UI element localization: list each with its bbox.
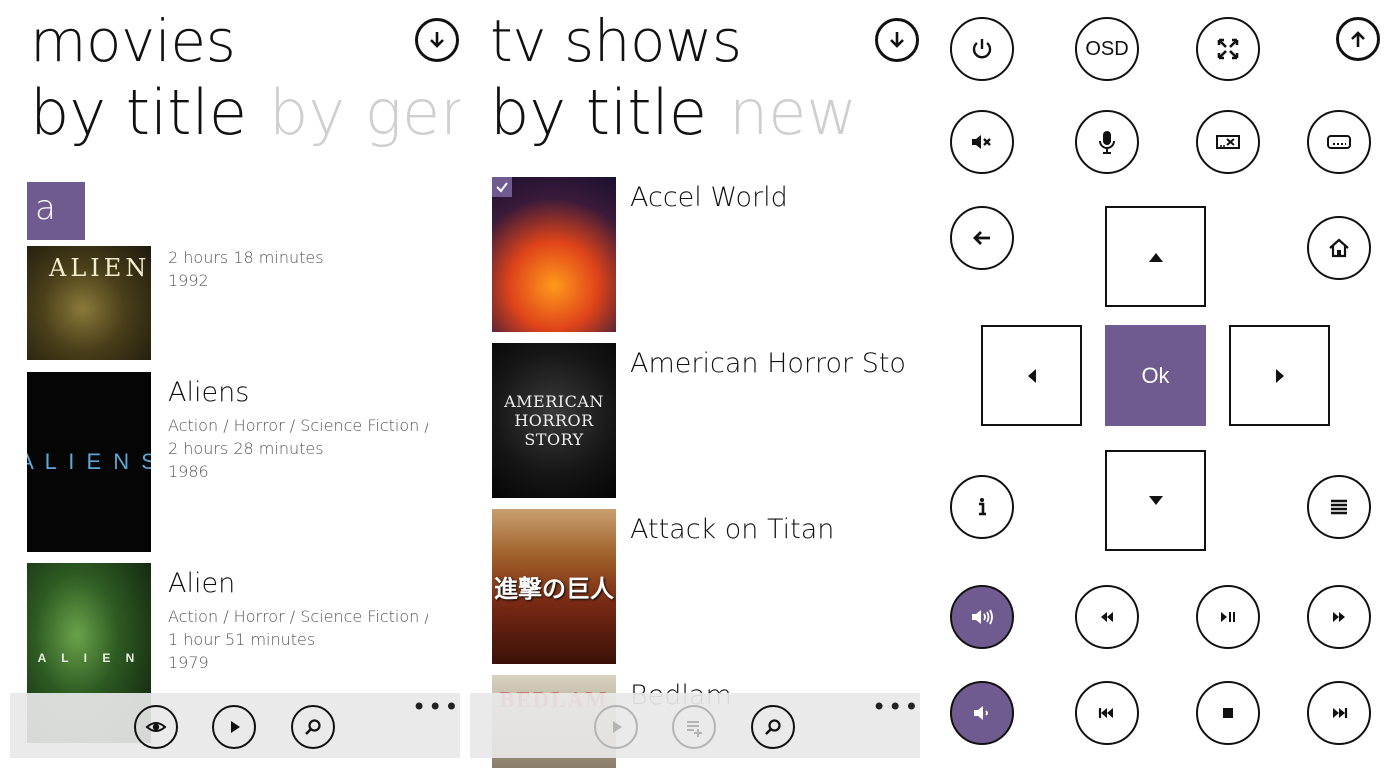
poster-american-horror-story[interactable]: AMERICAN HORROR STORY	[492, 343, 616, 498]
page-title: movies	[30, 7, 236, 75]
item-duration: 1 hour 51 minutes	[168, 630, 316, 649]
stop-icon	[1223, 708, 1233, 718]
volume-down-button[interactable]	[950, 681, 1014, 745]
mute-button[interactable]	[950, 110, 1014, 174]
info-icon	[979, 498, 986, 516]
volume-down-icon	[974, 706, 988, 720]
next-button[interactable]	[1307, 681, 1371, 745]
rewind-button[interactable]	[1075, 585, 1139, 649]
triangle-up-icon	[1148, 252, 1163, 262]
play-button[interactable]	[594, 705, 638, 749]
download-icon[interactable]	[875, 18, 919, 62]
menu-button[interactable]	[1307, 475, 1371, 539]
pivot-item-by-genre[interactable]: by genr	[269, 76, 460, 149]
ok-button[interactable]: Ok	[1105, 325, 1206, 426]
selected-check-icon	[492, 177, 512, 197]
item-year: 1979	[168, 653, 209, 672]
app-bar: •••	[470, 693, 920, 758]
download-icon[interactable]	[415, 18, 459, 62]
item-year: 1986	[168, 462, 209, 481]
item-title[interactable]: Alien	[168, 568, 235, 599]
tv-shows-panel: tv shows by title new Accel World AMERICA…	[470, 0, 920, 768]
playlist-add-icon	[687, 721, 702, 737]
list-icon	[1331, 499, 1347, 515]
item-title[interactable]: Aliens	[168, 377, 249, 408]
dpad-down-button[interactable]	[1105, 450, 1206, 551]
power-icon	[972, 39, 992, 59]
osd-button[interactable]: OSD	[1075, 17, 1139, 81]
keyboard-close-icon	[1216, 135, 1240, 149]
pivot-header: by title by genr	[30, 76, 460, 150]
pivot-item-by-title[interactable]: by title	[490, 76, 707, 149]
close-keyboard-button[interactable]	[1196, 110, 1260, 174]
item-genres: Action / Horror / Science Fiction / T	[168, 416, 428, 435]
back-button[interactable]	[950, 206, 1014, 270]
dpad-up-button[interactable]	[1105, 206, 1206, 307]
group-letter-tile[interactable]: a	[27, 182, 85, 240]
play-button[interactable]	[212, 705, 256, 749]
add-to-playlist-button[interactable]	[672, 705, 716, 749]
poster-aliens[interactable]: A L I E N S	[27, 372, 151, 552]
microphone-icon	[1099, 131, 1115, 154]
info-button[interactable]	[950, 475, 1014, 539]
play-pause-button[interactable]	[1196, 585, 1260, 649]
poster-attack-on-titan[interactable]: 進撃の巨人	[492, 509, 616, 664]
search-icon	[765, 719, 781, 735]
search-button[interactable]	[751, 705, 795, 749]
mute-icon	[972, 135, 991, 149]
watched-button[interactable]	[134, 705, 178, 749]
power-button[interactable]	[950, 17, 1014, 81]
item-title[interactable]: Attack on Titan	[630, 514, 834, 545]
item-year: 1992	[168, 271, 209, 290]
home-icon	[1329, 238, 1349, 258]
arrow-left-icon	[973, 231, 990, 245]
movies-panel: movies by title by genr a ALIEN³ 2 hours …	[0, 0, 460, 768]
pivot-item-new[interactable]: new	[729, 76, 857, 149]
item-duration: 2 hours 28 minutes	[168, 439, 324, 458]
item-title[interactable]: Accel World	[630, 182, 788, 213]
pivot-header: by title new	[490, 76, 857, 150]
volume-up-icon	[972, 609, 993, 625]
dpad-right-button[interactable]	[1229, 325, 1330, 426]
rewind-icon	[1101, 612, 1113, 622]
play-icon	[613, 721, 622, 733]
search-button[interactable]	[291, 705, 335, 749]
triangle-down-icon	[1148, 495, 1163, 505]
triangle-right-icon	[1275, 368, 1284, 383]
poster-accel-world[interactable]	[492, 177, 616, 332]
fullscreen-icon	[1217, 38, 1239, 60]
remote-panel: OSD Ok	[930, 0, 1391, 768]
more-menu[interactable]: •••	[412, 693, 460, 721]
volume-up-button[interactable]	[950, 585, 1014, 649]
item-genres: Action / Horror / Science Fiction / T	[168, 607, 428, 626]
fast-forward-icon	[1333, 612, 1345, 622]
keyboard-button[interactable]	[1307, 110, 1371, 174]
more-menu[interactable]: •••	[872, 693, 920, 721]
item-duration: 2 hours 18 minutes	[168, 248, 324, 267]
skip-previous-icon	[1098, 708, 1113, 718]
search-icon	[305, 719, 321, 735]
eye-icon	[145, 722, 167, 732]
fullscreen-button[interactable]	[1196, 17, 1260, 81]
app-bar: •••	[10, 693, 460, 758]
collapse-button[interactable]	[1336, 17, 1380, 61]
triangle-left-icon	[1027, 368, 1036, 383]
arrow-down-icon	[890, 32, 904, 48]
fast-forward-button[interactable]	[1307, 585, 1371, 649]
play-pause-icon	[1221, 612, 1235, 622]
arrow-up-icon	[1351, 31, 1365, 47]
pivot-item-by-title[interactable]: by title	[30, 76, 247, 149]
dpad-left-button[interactable]	[981, 325, 1082, 426]
stop-button[interactable]	[1196, 681, 1260, 745]
voice-button[interactable]	[1075, 110, 1139, 174]
previous-button[interactable]	[1075, 681, 1139, 745]
item-title[interactable]: American Horror Stor	[630, 348, 906, 379]
page-title: tv shows	[490, 7, 742, 75]
skip-next-icon	[1333, 708, 1348, 718]
poster-alien3[interactable]: ALIEN³	[27, 246, 151, 360]
play-icon	[231, 721, 240, 733]
home-button[interactable]	[1307, 216, 1371, 280]
arrow-down-icon	[430, 32, 444, 48]
keyboard-icon	[1327, 135, 1351, 149]
